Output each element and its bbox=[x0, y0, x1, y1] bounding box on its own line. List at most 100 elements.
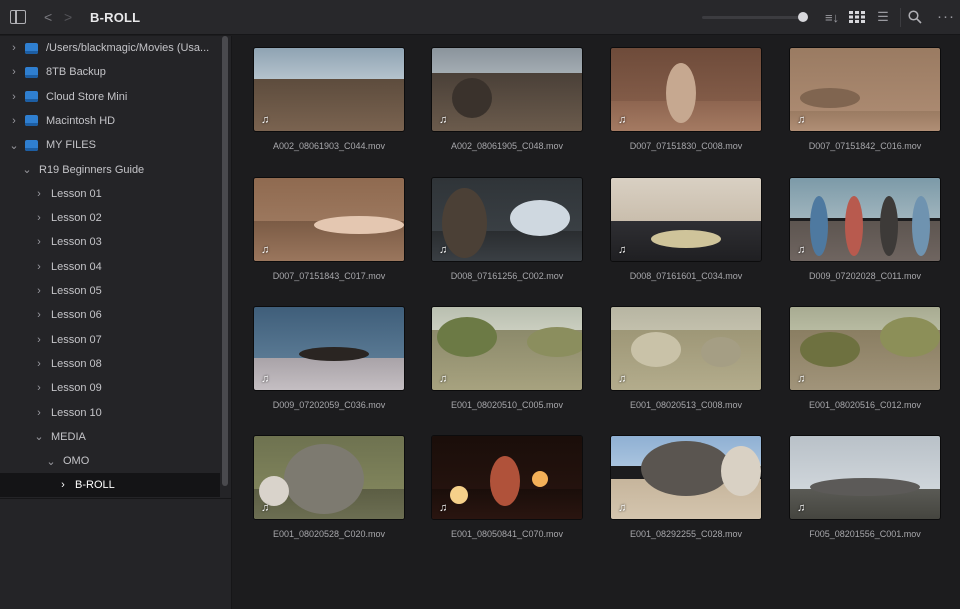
sidebar-drive-item[interactable]: › Cloud Store Mini bbox=[0, 85, 220, 109]
clip-thumbnail[interactable]: ♫ bbox=[610, 177, 762, 262]
thumbnail-size-slider[interactable] bbox=[702, 16, 804, 19]
sidebar-scrollbar[interactable] bbox=[222, 36, 228, 486]
chevron-right-icon[interactable]: › bbox=[58, 479, 68, 491]
audio-icon: ♫ bbox=[797, 373, 806, 385]
clip-filename: D008_07161601_C034.mov bbox=[629, 271, 743, 281]
sidebar-folder-item[interactable]: › Lesson 05 bbox=[0, 279, 220, 303]
audio-icon: ♫ bbox=[439, 244, 448, 256]
clip-filename: E001_08292255_C028.mov bbox=[629, 529, 743, 539]
clip-thumbnail[interactable]: ♫ bbox=[789, 435, 941, 520]
more-options-button[interactable]: ··· bbox=[936, 6, 956, 26]
chevron-right-icon[interactable]: › bbox=[9, 66, 19, 78]
clip-thumbnail[interactable]: ♫ bbox=[253, 177, 405, 262]
sidebar-folder-item[interactable]: › Lesson 04 bbox=[0, 255, 220, 279]
sidebar-item-label: Lesson 07 bbox=[51, 333, 102, 346]
clip-filename: D007_07151843_C017.mov bbox=[272, 271, 386, 281]
chevron-right-icon[interactable]: › bbox=[34, 236, 44, 248]
clip-tile[interactable]: ♫ D007_07151842_C016.mov bbox=[789, 47, 941, 151]
drive-icon bbox=[25, 66, 38, 78]
clip-tile[interactable]: ♫ D009_07202028_C011.mov bbox=[789, 177, 941, 281]
clip-tile[interactable]: ♫ E001_08020516_C012.mov bbox=[789, 306, 941, 410]
audio-icon: ♫ bbox=[439, 114, 448, 126]
sidebar-folder-item[interactable]: › Lesson 09 bbox=[0, 376, 220, 400]
clip-tile[interactable]: ♫ E001_08020513_C008.mov bbox=[610, 306, 762, 410]
sidebar-item-label: Lesson 02 bbox=[51, 212, 102, 225]
sidebar-folder-item[interactable]: ⌄ R19 Beginners Guide bbox=[0, 158, 220, 182]
sidebar-folder-item[interactable]: › Lesson 08 bbox=[0, 352, 220, 376]
sidebar-folder-item[interactable]: › Lesson 10 bbox=[0, 401, 220, 425]
clip-tile[interactable]: ♫ D008_07161256_C002.mov bbox=[431, 177, 583, 281]
clip-thumbnail[interactable]: ♫ bbox=[253, 47, 405, 132]
clip-thumbnail[interactable]: ♫ bbox=[610, 435, 762, 520]
clip-tile[interactable]: ♫ E001_08050841_C070.mov bbox=[431, 435, 583, 539]
chevron-right-icon[interactable]: › bbox=[9, 42, 19, 54]
drive-icon bbox=[25, 42, 38, 54]
sidebar-folder-item[interactable]: › Lesson 02 bbox=[0, 206, 220, 230]
chevron-down-icon[interactable]: ⌄ bbox=[46, 455, 56, 468]
chevron-right-icon[interactable]: › bbox=[34, 358, 44, 370]
clip-thumbnail[interactable]: ♫ bbox=[253, 306, 405, 391]
sidebar-folder-item[interactable]: › Lesson 06 bbox=[0, 303, 220, 327]
sidebar-folder-item[interactable]: › Lesson 07 bbox=[0, 328, 220, 352]
chevron-right-icon[interactable]: › bbox=[9, 115, 19, 127]
sidebar-folder-item[interactable]: ⌄ OMO bbox=[0, 449, 220, 473]
clip-tile[interactable]: ♫ A002_08061903_C044.mov bbox=[253, 47, 405, 151]
clip-thumbnail[interactable]: ♫ bbox=[610, 306, 762, 391]
clip-tile[interactable]: ♫ D008_07161601_C034.mov bbox=[610, 177, 762, 281]
audio-icon: ♫ bbox=[261, 244, 270, 256]
sidebar-drive-item[interactable]: › /Users/blackmagic/Movies (Usa... bbox=[0, 36, 220, 60]
chevron-right-icon[interactable]: › bbox=[34, 334, 44, 346]
clip-thumbnail[interactable]: ♫ bbox=[789, 177, 941, 262]
search-icon[interactable] bbox=[905, 7, 925, 27]
sidebar-drive-item[interactable]: ⌄ MY FILES bbox=[0, 133, 220, 157]
sidebar-item-label: Lesson 06 bbox=[51, 309, 102, 322]
clip-thumbnail[interactable]: ♫ bbox=[431, 177, 583, 262]
chevron-right-icon[interactable]: › bbox=[34, 382, 44, 394]
clip-thumbnail[interactable]: ♫ bbox=[431, 306, 583, 391]
clip-tile[interactable]: ♫ E001_08292255_C028.mov bbox=[610, 435, 762, 539]
chevron-right-icon[interactable]: › bbox=[34, 261, 44, 273]
sidebar-folder-item[interactable]: › Lesson 03 bbox=[0, 230, 220, 254]
chevron-right-icon[interactable]: › bbox=[34, 309, 44, 321]
chevron-down-icon[interactable]: ⌄ bbox=[9, 139, 19, 152]
chevron-right-icon[interactable]: › bbox=[34, 285, 44, 297]
clip-tile[interactable]: ♫ E001_08020528_C020.mov bbox=[253, 435, 405, 539]
list-view-icon[interactable]: ☰ bbox=[873, 8, 893, 26]
clip-thumbnail[interactable]: ♫ bbox=[431, 47, 583, 132]
back-button[interactable]: < bbox=[44, 9, 52, 25]
sidebar-item-label: Lesson 08 bbox=[51, 357, 102, 370]
chevron-down-icon[interactable]: ⌄ bbox=[34, 430, 44, 443]
sort-button[interactable]: ≡↓ bbox=[822, 8, 842, 26]
clip-filename: D008_07161256_C002.mov bbox=[450, 271, 564, 281]
sidebar-item-label: Lesson 09 bbox=[51, 382, 102, 395]
chevron-right-icon[interactable]: › bbox=[34, 407, 44, 419]
sidebar-folder-item[interactable]: ⌄ MEDIA bbox=[0, 425, 220, 449]
clip-filename: A002_08061903_C044.mov bbox=[272, 141, 386, 151]
clip-tile[interactable]: ♫ D009_07202059_C036.mov bbox=[253, 306, 405, 410]
clip-thumbnail[interactable]: ♫ bbox=[610, 47, 762, 132]
sidebar-drive-item[interactable]: › Macintosh HD bbox=[0, 109, 220, 133]
slider-handle[interactable] bbox=[798, 12, 808, 22]
forward-button[interactable]: > bbox=[64, 9, 72, 25]
clip-thumbnail[interactable]: ♫ bbox=[789, 306, 941, 391]
clip-thumbnail[interactable]: ♫ bbox=[789, 47, 941, 132]
clip-tile[interactable]: ♫ F005_08201556_C001.mov bbox=[789, 435, 941, 539]
clip-thumbnail[interactable]: ♫ bbox=[253, 435, 405, 520]
chevron-down-icon[interactable]: ⌄ bbox=[22, 163, 32, 176]
clip-tile[interactable]: ♫ D007_07151830_C008.mov bbox=[610, 47, 762, 151]
clip-thumbnail[interactable]: ♫ bbox=[431, 435, 583, 520]
chevron-right-icon[interactable]: › bbox=[9, 91, 19, 103]
sidebar-folder-item[interactable]: › Lesson 01 bbox=[0, 182, 220, 206]
audio-icon: ♫ bbox=[797, 244, 806, 256]
clip-tile[interactable]: ♫ D007_07151843_C017.mov bbox=[253, 177, 405, 281]
drive-icon bbox=[25, 115, 38, 127]
chevron-right-icon[interactable]: › bbox=[34, 188, 44, 200]
chevron-right-icon[interactable]: › bbox=[34, 212, 44, 224]
clip-tile[interactable]: ♫ E001_08020510_C005.mov bbox=[431, 306, 583, 410]
sidebar-toggle-icon[interactable] bbox=[10, 10, 26, 24]
clip-tile[interactable]: ♫ A002_08061905_C048.mov bbox=[431, 47, 583, 151]
sidebar-item-label: Cloud Store Mini bbox=[46, 90, 128, 103]
grid-view-icon[interactable] bbox=[847, 9, 867, 25]
sidebar-drive-item[interactable]: › 8TB Backup bbox=[0, 60, 220, 84]
sidebar-folder-item[interactable]: › B-ROLL bbox=[0, 473, 220, 497]
